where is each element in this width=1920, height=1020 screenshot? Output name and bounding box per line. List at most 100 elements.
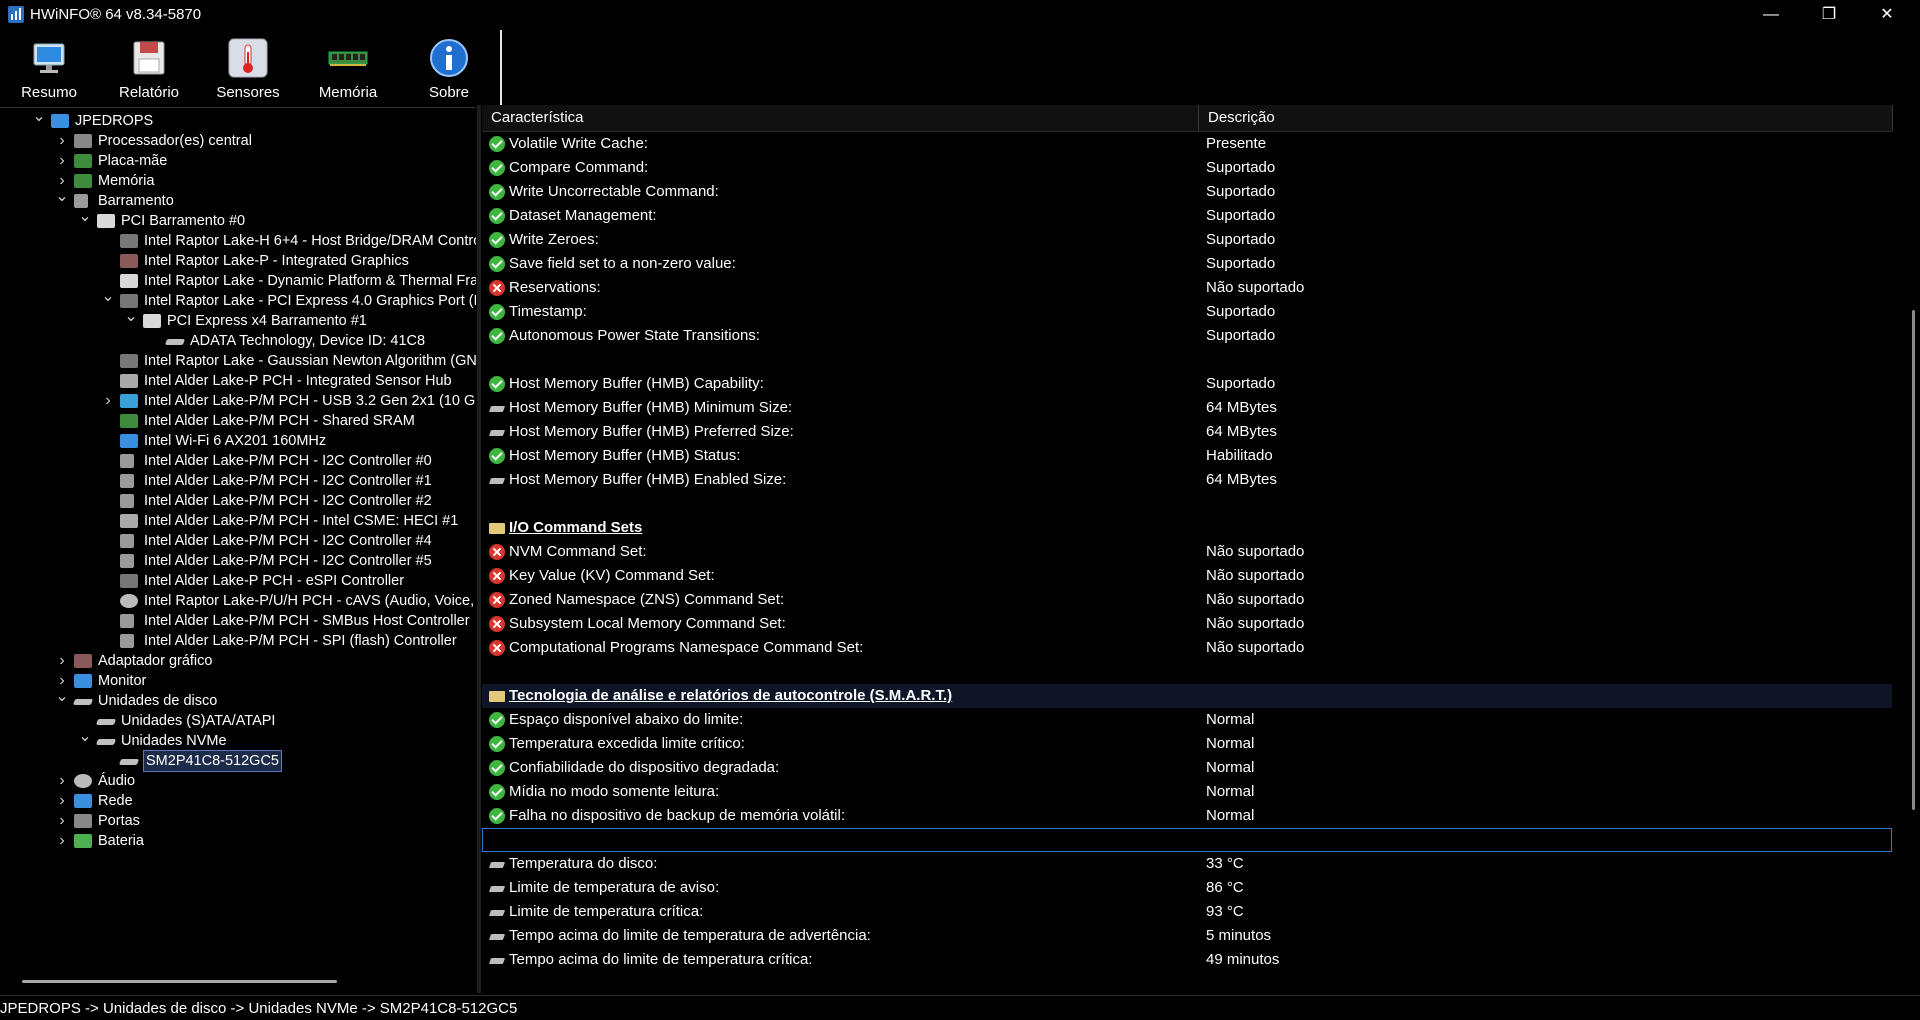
- tree-item[interactable]: › Processador(es) central: [0, 131, 476, 151]
- column-header-description[interactable]: Descrição: [1208, 109, 1275, 126]
- close-button[interactable]: ✕: [1858, 0, 1916, 30]
- list-row[interactable]: NVM Command Set: Não suportado: [482, 540, 1892, 564]
- toolbar-sensores-button[interactable]: Sensores: [203, 36, 293, 104]
- list-row[interactable]: [482, 660, 1892, 684]
- list-row[interactable]: Key Value (KV) Command Set: Não suportado: [482, 564, 1892, 588]
- toolbar-sobre-button[interactable]: Sobre: [404, 36, 494, 104]
- expand-chevron-icon[interactable]: ›: [55, 151, 69, 171]
- tree-item[interactable]: › Monitor: [0, 671, 476, 691]
- list-row[interactable]: Tempo acima do limite de temperatura de …: [482, 924, 1892, 948]
- list-vertical-scrollbar[interactable]: [1912, 310, 1915, 810]
- tree-item[interactable]: ⌄ Intel Raptor Lake - PCI Express 4.0 Gra…: [0, 289, 476, 311]
- toolbar-relatorio-button[interactable]: Relatório: [104, 36, 194, 104]
- collapse-chevron-icon[interactable]: ⌄: [32, 109, 46, 131]
- tree-item[interactable]: › Placa-mãe: [0, 151, 476, 171]
- tree-item[interactable]: ⌄ PCI Barramento #0: [0, 209, 476, 231]
- list-row[interactable]: Host Memory Buffer (HMB) Enabled Size: 64…: [482, 468, 1892, 492]
- tree-item[interactable]: Intel Alder Lake-P PCH - eSPI Controller: [0, 571, 476, 591]
- tree-item[interactable]: ⌄ Unidades NVMe: [0, 729, 476, 751]
- section-header[interactable]: I/O Command Sets: [482, 516, 1892, 540]
- section-header[interactable]: Tecnologia de análise e relatórios de au…: [482, 684, 1892, 708]
- tree-item[interactable]: Intel Raptor Lake - Gaussian Newton Algo…: [0, 351, 476, 371]
- expand-chevron-icon[interactable]: ›: [55, 791, 69, 811]
- list-row[interactable]: Save field set to a non-zero value: Supor…: [482, 252, 1892, 276]
- list-row[interactable]: [482, 492, 1892, 516]
- list-row[interactable]: Falha no dispositivo de backup de memóri…: [482, 804, 1892, 828]
- tree-item[interactable]: Intel Alder Lake-P/M PCH - I2C Controlle…: [0, 491, 476, 511]
- collapse-chevron-icon[interactable]: ⌄: [124, 309, 138, 331]
- details-list[interactable]: Característica Descrição Volatile Write …: [482, 105, 1920, 993]
- tree-item[interactable]: ⌄ Barramento: [0, 189, 476, 211]
- list-row[interactable]: Dataset Management: Suportado: [482, 204, 1892, 228]
- expand-chevron-icon[interactable]: ›: [55, 771, 69, 791]
- toolbar-memoria-button[interactable]: Memória: [303, 36, 393, 104]
- tree-item[interactable]: Intel Alder Lake-P/M PCH - I2C Controlle…: [0, 471, 476, 491]
- tree-item[interactable]: ADATA Technology, Device ID: 41C8: [0, 331, 476, 351]
- tree-item[interactable]: Intel Alder Lake-P/M PCH - SPI (flash) C…: [0, 631, 476, 651]
- list-row[interactable]: Limite de temperatura de aviso: 86 °C: [482, 876, 1892, 900]
- list-row[interactable]: Zoned Namespace (ZNS) Command Set: Não su…: [482, 588, 1892, 612]
- list-row[interactable]: Host Memory Buffer (HMB) Minimum Size: 64…: [482, 396, 1892, 420]
- tree-item[interactable]: Intel Raptor Lake - Dynamic Platform & T…: [0, 271, 476, 291]
- tree-item[interactable]: Intel Raptor Lake-P - Integrated Graphic…: [0, 251, 476, 271]
- list-row[interactable]: Reservations: Não suportado: [482, 276, 1892, 300]
- list-row[interactable]: Timestamp: Suportado: [482, 300, 1892, 324]
- expand-chevron-icon[interactable]: ›: [55, 831, 69, 851]
- tree-item[interactable]: Intel Alder Lake-P/M PCH - Shared SRAM: [0, 411, 476, 431]
- toolbar-resumo-button[interactable]: Resumo: [4, 36, 94, 104]
- list-row[interactable]: Host Memory Buffer (HMB) Capability: Supo…: [482, 372, 1892, 396]
- collapse-chevron-icon[interactable]: ⌄: [55, 189, 69, 211]
- tree-item[interactable]: Unidades (S)ATA/ATAPI: [0, 711, 476, 731]
- tree-item[interactable]: Intel Raptor Lake-H 6+4 - Host Bridge/DR…: [0, 231, 476, 251]
- pane-splitter[interactable]: [477, 105, 481, 993]
- tree-item[interactable]: Intel Alder Lake-P/M PCH - I2C Controlle…: [0, 531, 476, 551]
- tree-item[interactable]: Intel Alder Lake-P/M PCH - I2C Controlle…: [0, 551, 476, 571]
- list-row[interactable]: Subsystem Local Memory Command Set: Não s…: [482, 612, 1892, 636]
- list-row[interactable]: Host Memory Buffer (HMB) Preferred Size:…: [482, 420, 1892, 444]
- tree-item[interactable]: Intel Wi-Fi 6 AX201 160MHz: [0, 431, 476, 451]
- tree-item[interactable]: › Bateria: [0, 831, 476, 851]
- list-row[interactable]: Mídia no modo somente leitura: Normal: [482, 780, 1892, 804]
- list-row[interactable]: Espaço disponível abaixo do limite: Norma…: [482, 708, 1892, 732]
- tree-item[interactable]: Intel Alder Lake-P/M PCH - I2C Controlle…: [0, 451, 476, 471]
- list-row[interactable]: Computational Programs Namespace Command…: [482, 636, 1892, 660]
- tree-item[interactable]: › Portas: [0, 811, 476, 831]
- list-row[interactable]: Confiabilidade do dispositivo degradada:…: [482, 756, 1892, 780]
- tree-item[interactable]: › Áudio: [0, 771, 476, 791]
- tree-item[interactable]: SM2P41C8-512GC5: [0, 750, 476, 772]
- tree-item[interactable]: Intel Alder Lake-P/M PCH - SMBus Host Co…: [0, 611, 476, 631]
- list-row[interactable]: Temperatura excedida limite crítico: Norm…: [482, 732, 1892, 756]
- expand-chevron-icon[interactable]: ›: [55, 131, 69, 151]
- device-tree[interactable]: ⌄ JPEDROPS › Processador(es) central › Placa-…: [0, 107, 476, 994]
- collapse-chevron-icon[interactable]: ⌄: [78, 729, 92, 751]
- list-row[interactable]: Write Zeroes: Suportado: [482, 228, 1892, 252]
- list-row[interactable]: Write Uncorrectable Command: Suportado: [482, 180, 1892, 204]
- list-row[interactable]: [482, 828, 1892, 852]
- list-row[interactable]: Limite de temperatura crítica: 93 °C: [482, 900, 1892, 924]
- column-header-feature[interactable]: Característica: [491, 109, 584, 126]
- collapse-chevron-icon[interactable]: ⌄: [55, 689, 69, 711]
- collapse-chevron-icon[interactable]: ⌄: [101, 289, 115, 311]
- restore-button[interactable]: ❐: [1800, 0, 1858, 30]
- expand-chevron-icon[interactable]: ›: [55, 811, 69, 831]
- tree-item[interactable]: › Intel Alder Lake-P/M PCH - USB 3.2 Gen …: [0, 391, 476, 411]
- tree-item[interactable]: Intel Alder Lake-P/M PCH - Intel CSME: H…: [0, 511, 476, 531]
- column-divider[interactable]: [1892, 105, 1893, 131]
- minimize-button[interactable]: —: [1742, 0, 1800, 30]
- list-row[interactable]: Autonomous Power State Transitions: Supor…: [482, 324, 1892, 348]
- tree-item[interactable]: ⌄ PCI Express x4 Barramento #1: [0, 309, 476, 331]
- expand-chevron-icon[interactable]: ›: [55, 651, 69, 671]
- tree-item[interactable]: ⌄ JPEDROPS: [0, 109, 476, 131]
- tree-item[interactable]: › Memória: [0, 171, 476, 191]
- list-row[interactable]: [482, 348, 1892, 372]
- list-row[interactable]: Host Memory Buffer (HMB) Status: Habilita…: [482, 444, 1892, 468]
- list-row[interactable]: Temperatura do disco: 33 °C: [482, 852, 1892, 876]
- list-row[interactable]: Volatile Write Cache: Presente: [482, 132, 1892, 156]
- tree-item[interactable]: Intel Alder Lake-P PCH - Integrated Sens…: [0, 371, 476, 391]
- tree-item[interactable]: ⌄ Unidades de disco: [0, 689, 476, 711]
- tree-item[interactable]: › Rede: [0, 791, 476, 811]
- column-divider[interactable]: [1198, 105, 1199, 131]
- tree-item[interactable]: Intel Raptor Lake-P/U/H PCH - cAVS (Audi…: [0, 591, 476, 611]
- expand-chevron-icon[interactable]: ›: [101, 391, 115, 411]
- list-row[interactable]: Tempo acima do limite de temperatura crí…: [482, 948, 1892, 972]
